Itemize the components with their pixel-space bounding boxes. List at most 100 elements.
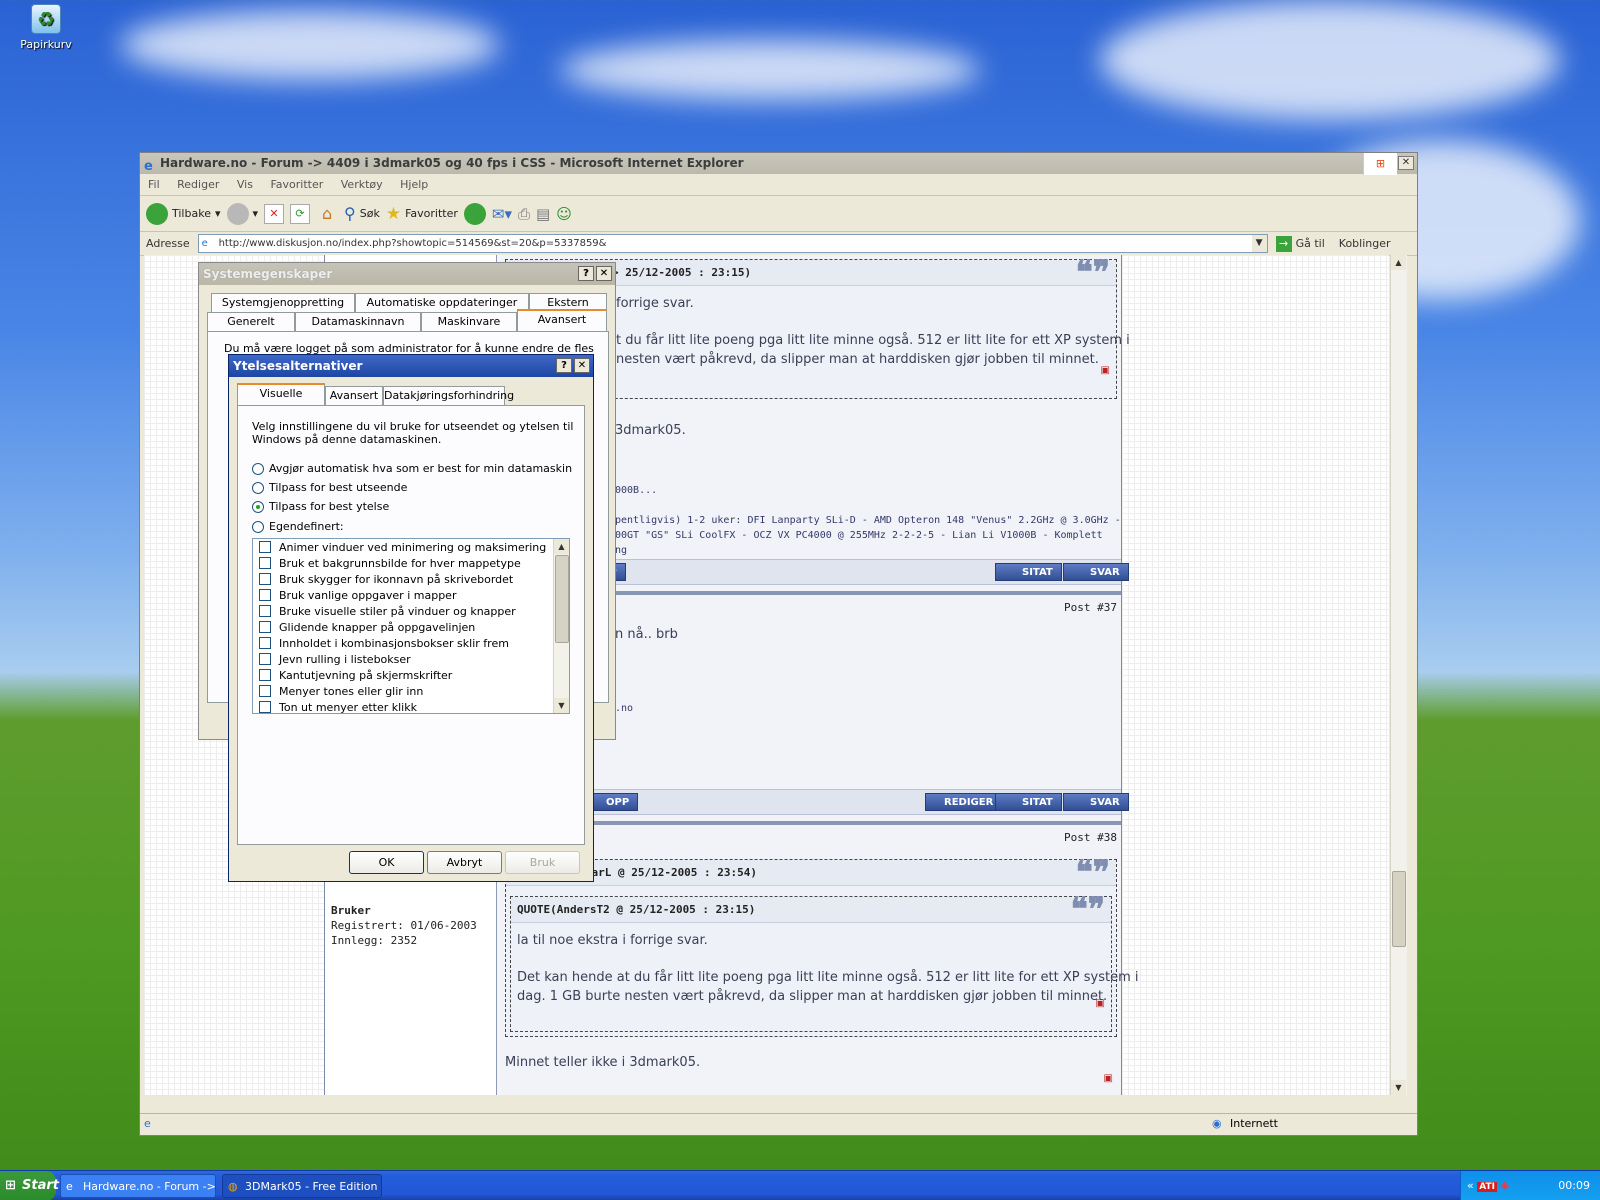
tab-hardware[interactable]: Maskinvare bbox=[421, 312, 517, 331]
mail-icon[interactable]: ✉▾ bbox=[492, 205, 512, 223]
internet-zone-label: Internett bbox=[1230, 1117, 1278, 1130]
tab-advanced[interactable]: Avansert bbox=[325, 386, 383, 405]
address-input[interactable]: e http://www.diskusjon.no/index.php?show… bbox=[197, 234, 1268, 253]
cancel-button[interactable]: Avbryt bbox=[427, 851, 502, 874]
dialog-titlebar[interactable]: Ytelsesalternativer ? ✕ bbox=[229, 355, 593, 377]
scroll-thumb[interactable] bbox=[1392, 871, 1406, 947]
print-icon[interactable]: ⎙ bbox=[518, 205, 530, 223]
quote-header: QUOTE(Big StarL @ 25/12-2005 : 23:54) ❝❞ bbox=[506, 856, 1116, 888]
effect-item[interactable]: Bruke visuelle stiler på vinduer og knap… bbox=[253, 603, 569, 619]
start-button[interactable]: ⊞ Start bbox=[0, 1171, 59, 1200]
edit-button[interactable]: REDIGER bbox=[925, 793, 1003, 811]
address-dropdown-icon[interactable]: ▼ bbox=[1251, 235, 1267, 252]
effect-item[interactable]: Animer vinduer ved minimering og maksime… bbox=[253, 539, 569, 555]
effect-item[interactable]: Bruk skygger for ikonnavn på skriveborde… bbox=[253, 571, 569, 587]
apply-button[interactable]: Bruk bbox=[505, 851, 580, 874]
option-best-performance[interactable]: Tilpass for best ytelse bbox=[252, 500, 389, 513]
quote-button[interactable]: SITAT bbox=[995, 563, 1062, 581]
scroll-up-icon[interactable]: ▲ bbox=[1391, 255, 1406, 270]
scroll-up-icon[interactable]: ▲ bbox=[554, 539, 569, 554]
effect-item[interactable]: Bruk vanlige oppgaver i mapper bbox=[253, 587, 569, 603]
status-bar: e ◉ Internett bbox=[140, 1113, 1417, 1135]
tab-visual-effects[interactable]: Visuelle effekter bbox=[237, 383, 325, 418]
checkbox-icon[interactable] bbox=[259, 637, 271, 649]
checkbox-icon[interactable] bbox=[259, 589, 271, 601]
go-button[interactable]: → Gå til bbox=[1275, 235, 1325, 252]
close-button[interactable]: ✕ bbox=[1398, 156, 1414, 170]
effects-scrollbar[interactable]: ▲ ▼ bbox=[553, 539, 569, 713]
checkbox-icon[interactable] bbox=[259, 557, 271, 569]
edit-icon[interactable]: ▤ bbox=[536, 205, 550, 223]
report-icon[interactable]: ▣ bbox=[1096, 998, 1105, 1009]
effect-item[interactable]: Glidende knapper på oppgavelinjen bbox=[253, 619, 569, 635]
quote-button[interactable]: SITAT bbox=[995, 793, 1062, 811]
checkbox-icon[interactable] bbox=[259, 685, 271, 697]
stop-icon[interactable]: ✕ bbox=[264, 203, 285, 224]
history-icon[interactable] bbox=[463, 202, 486, 225]
tab-system-restore[interactable]: Systemgjenoppretting bbox=[211, 293, 355, 312]
option-custom[interactable]: Egendefinert: bbox=[252, 520, 344, 533]
menu-favorites[interactable]: Favoritter bbox=[270, 178, 323, 191]
effect-item[interactable]: Ton ut menyer etter klikk bbox=[253, 699, 569, 713]
effect-item[interactable]: Kantutjevning på skjermskrifter bbox=[253, 667, 569, 683]
shield-icon[interactable]: ◈ bbox=[1501, 1179, 1509, 1192]
page-scrollbar[interactable]: ▲ ▼ bbox=[1390, 255, 1407, 1095]
ati-icon[interactable]: ATI bbox=[1477, 1182, 1497, 1192]
dialog-titlebar[interactable]: Systemegenskaper ? ✕ bbox=[199, 263, 615, 285]
home-icon[interactable]: ⌂ bbox=[316, 204, 338, 224]
refresh-icon[interactable]: ⟳ bbox=[290, 203, 311, 224]
checkbox-icon[interactable] bbox=[259, 669, 271, 681]
menu-view[interactable]: Vis bbox=[237, 178, 253, 191]
checkbox-icon[interactable] bbox=[259, 653, 271, 665]
close-button[interactable]: ✕ bbox=[596, 266, 612, 281]
tab-computer-name[interactable]: Datamaskinnavn bbox=[295, 312, 421, 331]
option-auto[interactable]: Avgjør automatisk hva som er best for mi… bbox=[252, 462, 572, 475]
close-button[interactable]: ✕ bbox=[574, 358, 590, 373]
task-browser[interactable]: e Hardware.no - Forum ->... bbox=[60, 1174, 216, 1198]
scroll-thumb[interactable] bbox=[555, 555, 569, 643]
tab-dep[interactable]: Datakjøringsforhindring bbox=[383, 386, 514, 405]
back-button[interactable]: Tilbake ▾ bbox=[146, 202, 221, 225]
help-button[interactable]: ? bbox=[556, 358, 572, 373]
menu-tools[interactable]: Verktøy bbox=[341, 178, 383, 191]
checkbox-icon[interactable] bbox=[259, 573, 271, 585]
effects-list[interactable]: Animer vinduer ved minimering og maksime… bbox=[252, 538, 570, 714]
checkbox-icon[interactable] bbox=[259, 541, 271, 553]
tab-automatic-updates[interactable]: Automatiske oppdateringer bbox=[355, 293, 529, 312]
tab-advanced[interactable]: Avansert bbox=[517, 309, 607, 331]
scroll-down-icon[interactable]: ▼ bbox=[554, 698, 569, 713]
ok-button[interactable]: OK bbox=[349, 851, 424, 874]
effect-item[interactable]: Menyer tones eller glir inn bbox=[253, 683, 569, 699]
favorites-button[interactable]: ★ Favoritter bbox=[386, 204, 458, 224]
tray-expand-icon[interactable]: « bbox=[1467, 1179, 1474, 1192]
recycle-bin-desktop-icon[interactable]: ♻ Papirkurv bbox=[14, 4, 78, 51]
go-arrow-icon: → bbox=[1275, 235, 1292, 252]
menu-help[interactable]: Hjelp bbox=[400, 178, 428, 191]
radio-icon bbox=[252, 462, 264, 475]
links-button[interactable]: Koblinger bbox=[1339, 237, 1391, 250]
reply-button[interactable]: SVAR bbox=[1063, 793, 1129, 811]
task-3dmark[interactable]: ◍ 3DMark05 - Free Edition bbox=[222, 1174, 382, 1198]
browser-titlebar[interactable]: e Hardware.no - Forum -> 4409 i 3dmark05… bbox=[140, 153, 1417, 174]
tab-general[interactable]: Generelt bbox=[207, 312, 295, 331]
checkbox-icon[interactable] bbox=[259, 605, 271, 617]
option-label: Tilpass for best utseende bbox=[269, 481, 408, 494]
menu-file[interactable]: Fil bbox=[148, 178, 160, 191]
forward-button[interactable]: ▾ bbox=[226, 202, 258, 225]
option-best-appearance[interactable]: Tilpass for best utseende bbox=[252, 481, 407, 494]
menu-edit[interactable]: Rediger bbox=[177, 178, 219, 191]
scroll-down-icon[interactable]: ▼ bbox=[1391, 1080, 1406, 1095]
effect-item[interactable]: Innholdet i kombinasjonsbokser sklir fre… bbox=[253, 635, 569, 651]
reply-button[interactable]: SVAR bbox=[1063, 563, 1129, 581]
effect-item[interactable]: Jevn rulling i listebokser bbox=[253, 651, 569, 667]
dialog-title: Systemegenskaper bbox=[203, 267, 333, 281]
report-icon[interactable]: ▣ bbox=[1101, 365, 1110, 376]
messenger-icon[interactable]: ☺ bbox=[556, 205, 572, 223]
effect-item[interactable]: Bruk et bakgrunnsbilde for hver mappetyp… bbox=[253, 555, 569, 571]
help-button[interactable]: ? bbox=[578, 266, 594, 281]
checkbox-icon[interactable] bbox=[259, 621, 271, 633]
quote-header: QUOTE(AndersT2 @ 25/12-2005 : 23:15) ❝❞ bbox=[511, 893, 1111, 925]
search-button[interactable]: ⚲ Søk bbox=[344, 204, 380, 223]
report-icon[interactable]: ▣ bbox=[1104, 1073, 1113, 1084]
checkbox-icon[interactable] bbox=[259, 701, 271, 713]
